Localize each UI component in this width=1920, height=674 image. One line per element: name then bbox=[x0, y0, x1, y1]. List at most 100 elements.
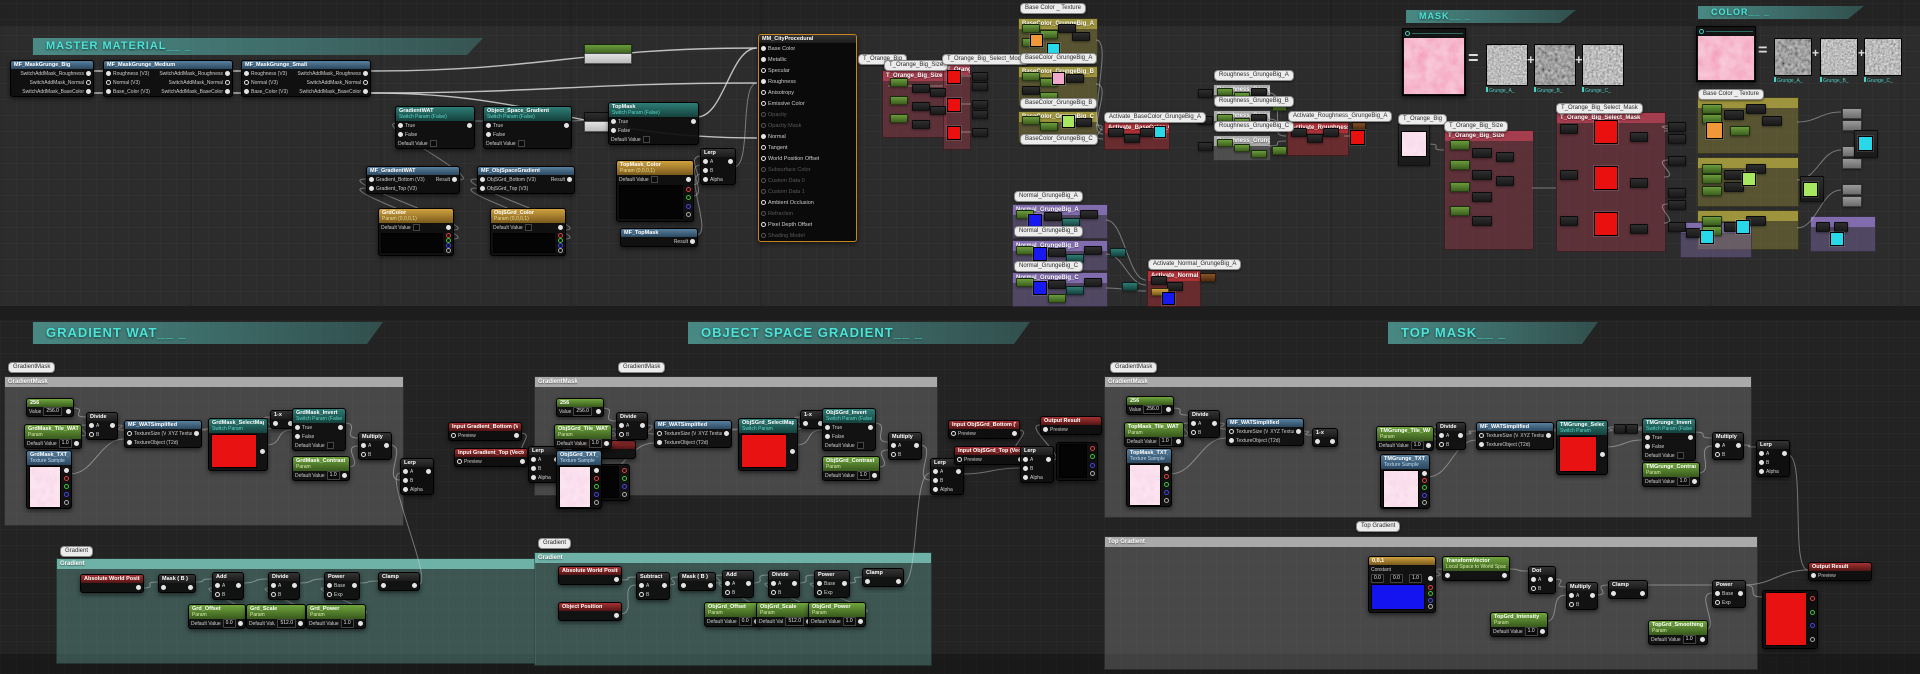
comment-label-gradientmask[interactable]: GradientMask bbox=[1110, 362, 1158, 373]
node-header[interactable]: GrdMask_SelectMap Switch Param bbox=[209, 419, 267, 433]
default-value-chip[interactable]: 1.0 bbox=[588, 439, 602, 448]
node-header[interactable]: Clamp bbox=[1609, 581, 1647, 589]
mini-node[interactable] bbox=[1040, 122, 1058, 131]
comment-label-gradientmask[interactable]: GradientMask bbox=[618, 362, 666, 373]
node-header[interactable]: Object_Space_Gradient Switch Param (False… bbox=[484, 107, 571, 121]
section-banner-color[interactable]: COLOR__ _ bbox=[1698, 6, 1864, 19]
mini-node[interactable] bbox=[972, 128, 988, 137]
mini-node[interactable] bbox=[1251, 88, 1267, 96]
mini-node[interactable] bbox=[890, 96, 908, 105]
b-channel-pin[interactable] bbox=[685, 203, 691, 209]
pin[interactable] bbox=[136, 585, 141, 590]
a-channel-pin[interactable] bbox=[685, 212, 691, 218]
r-channel-pin[interactable] bbox=[1809, 596, 1815, 602]
node-header[interactable]: ObjSGrd_Color Param (0,0,0,1) bbox=[491, 209, 565, 223]
node-header[interactable]: Divide bbox=[1437, 423, 1465, 431]
pin[interactable] bbox=[1330, 439, 1335, 444]
node-header[interactable]: Multiply bbox=[1567, 583, 1597, 591]
pin[interactable] bbox=[106, 71, 111, 76]
pin[interactable] bbox=[771, 590, 776, 595]
pin[interactable] bbox=[188, 585, 193, 590]
node-256[interactable]: 256 Value 256.0 bbox=[26, 398, 74, 417]
node-input-gradient-top-vector3[interactable]: Input Gradient_Top (Vector3) Preview bbox=[454, 448, 528, 467]
b-channel-pin[interactable] bbox=[1163, 489, 1169, 495]
pin[interactable] bbox=[238, 621, 243, 626]
node-header[interactable]: Input Gradient_Bottom (Vector3) bbox=[449, 423, 521, 431]
mini-node[interactable] bbox=[1198, 89, 1213, 98]
pin[interactable] bbox=[1439, 442, 1444, 447]
node-header[interactable]: Input Gradient_Top (Vector3) bbox=[455, 449, 527, 457]
node-divide[interactable]: Divide A B bbox=[268, 572, 300, 600]
mini-node[interactable] bbox=[1234, 144, 1250, 152]
mini-node[interactable] bbox=[1472, 170, 1492, 180]
node-power[interactable]: Power Base Exp bbox=[324, 572, 360, 600]
node-header[interactable]: Divide bbox=[87, 413, 117, 421]
pin[interactable] bbox=[1569, 593, 1574, 598]
pin[interactable] bbox=[1502, 573, 1507, 578]
pin[interactable] bbox=[381, 583, 386, 588]
pin[interactable] bbox=[761, 57, 766, 62]
pin[interactable] bbox=[1191, 421, 1196, 426]
mini-node[interactable] bbox=[1630, 132, 1648, 142]
mini-node[interactable] bbox=[1472, 148, 1492, 158]
comment-label-t-orange-big-size[interactable]: T_Orange_Big_Size bbox=[884, 60, 949, 71]
node-mf-maskgrunge-small[interactable]: MF_MaskGrunge_Small Roughness (V3) SwitchA… bbox=[241, 60, 371, 97]
mini-node[interactable] bbox=[1272, 146, 1287, 155]
pin[interactable] bbox=[858, 619, 863, 624]
node-topmask-tile-wat[interactable]: TopMask_Tile_WAT Param Default Value 1.0 bbox=[1124, 422, 1184, 447]
node-header[interactable]: ObjSGrd_SelectMap Switch Param bbox=[739, 419, 797, 433]
pin[interactable] bbox=[639, 583, 644, 588]
mini-node[interactable] bbox=[1560, 170, 1578, 180]
pin[interactable] bbox=[273, 421, 278, 426]
pin[interactable] bbox=[1548, 577, 1553, 582]
node-header[interactable]: Power bbox=[815, 571, 849, 579]
pin[interactable] bbox=[703, 159, 708, 164]
comment-label-base-color-texture[interactable]: Base Color _ Texture bbox=[1698, 89, 1764, 100]
node-grd-power[interactable]: Grd_Power Param Default Value 1.0 bbox=[306, 604, 366, 629]
pin[interactable] bbox=[1590, 593, 1595, 598]
node-header[interactable]: Mask ( B ) bbox=[679, 573, 715, 581]
pin[interactable] bbox=[244, 89, 249, 94]
node-header[interactable]: GrdColor Param (0,0,0,1) bbox=[379, 209, 453, 223]
node-lerp[interactable]: Lerp A B Alpha bbox=[1756, 440, 1790, 477]
node-header[interactable]: Grd_Scale Param bbox=[247, 605, 305, 619]
pin[interactable] bbox=[295, 425, 300, 430]
node-header[interactable]: ObjSGrd_Contrast Param bbox=[823, 457, 879, 471]
node-objsgrd-txt-wat[interactable]: ObjSGrd_TXT_WATTexture Sample bbox=[556, 450, 602, 509]
pin[interactable] bbox=[558, 225, 563, 230]
pin[interactable] bbox=[817, 590, 822, 595]
node-header[interactable]: Lerp bbox=[1757, 441, 1789, 449]
node-header[interactable]: Lerp bbox=[1021, 447, 1053, 455]
mini-node[interactable] bbox=[972, 100, 988, 109]
default-value-chip[interactable]: 1.0 bbox=[1682, 635, 1696, 644]
pin[interactable] bbox=[457, 459, 462, 464]
node-subtract[interactable]: Subtract A B bbox=[636, 572, 670, 600]
default-value-chip[interactable]: 1.0 bbox=[1676, 477, 1690, 486]
pin[interactable] bbox=[1458, 433, 1463, 438]
material-graph-canvas[interactable]: GradientMask Gradient GradientMask Gradient… bbox=[0, 0, 1920, 674]
pin[interactable] bbox=[520, 459, 525, 464]
pin[interactable] bbox=[657, 440, 662, 445]
node-gradientwat[interactable]: GradientWAT Switch Param (False) True False… bbox=[395, 106, 475, 149]
node-mask-b[interactable]: Mask ( B ) bbox=[678, 572, 716, 591]
default-value-chip[interactable]: 1.0 bbox=[1158, 437, 1172, 446]
node-header[interactable]: Lerp bbox=[401, 459, 433, 467]
node-tmgrunge-invert[interactable]: TMGrunge_Invert Switch Param (False) True F… bbox=[1642, 418, 1696, 461]
node-absolute-world-position[interactable]: Absolute World Position bbox=[80, 574, 144, 593]
pin[interactable] bbox=[868, 425, 873, 430]
pin[interactable] bbox=[1759, 469, 1764, 474]
mini-node[interactable] bbox=[1560, 124, 1578, 134]
pin[interactable] bbox=[1738, 591, 1743, 596]
g-channel-pin[interactable] bbox=[1809, 609, 1815, 615]
node-header[interactable]: TMGrunge_Select Switch Param bbox=[1557, 421, 1607, 435]
default-value-chip[interactable]: 1.0 bbox=[1524, 627, 1538, 636]
pin[interactable] bbox=[1191, 430, 1196, 435]
value-chip[interactable]: 0.0 bbox=[1371, 574, 1384, 583]
pin[interactable] bbox=[63, 467, 69, 473]
mini-node[interactable] bbox=[1084, 278, 1102, 287]
pin[interactable] bbox=[611, 119, 616, 124]
node-header[interactable]: Clamp bbox=[379, 573, 419, 581]
default-value-chip[interactable]: 1.0 bbox=[842, 617, 856, 626]
pin[interactable] bbox=[614, 613, 619, 618]
node-mf-objspacegradient[interactable]: MF_ObjSpaceGradient ObjSGrd_Bottom (V3) Re… bbox=[477, 166, 575, 194]
